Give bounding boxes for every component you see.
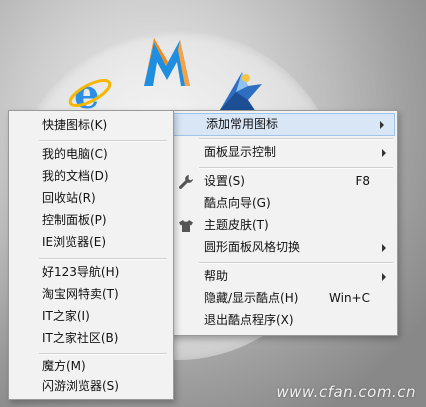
menu-item-label: 快捷图标(K) xyxy=(42,118,108,132)
m-logo-icon[interactable] xyxy=(140,36,194,92)
menu-separator xyxy=(199,167,393,169)
menu-item-label: 魔方(M) xyxy=(42,359,86,373)
menu-item-settings[interactable]: 设置(S) F8 xyxy=(170,171,396,192)
menu-separator xyxy=(39,353,167,355)
menu-item-label: 淘宝网特卖(T) xyxy=(42,287,119,301)
submenu-item-my-computer[interactable]: 我的电脑(C) xyxy=(10,144,172,165)
menu-item-help[interactable]: 帮助 xyxy=(170,266,396,287)
menu-separator xyxy=(39,140,167,142)
menu-item-label: 设置(S) xyxy=(204,174,245,188)
menu-item-label: 好123导航(H) xyxy=(42,265,120,279)
submenu-item-taobao-sale[interactable]: 淘宝网特卖(T) xyxy=(10,284,172,305)
submenu-item-recycle-bin[interactable]: 回收站(R) xyxy=(10,188,172,209)
menu-item-label: 酷点向导(G) xyxy=(204,196,271,210)
menu-item-toggle-visibility[interactable]: 隐藏/显示酷点(H) Win+C xyxy=(170,288,396,309)
submenu-item-shortcut-icon[interactable]: 快捷图标(K) xyxy=(10,115,172,136)
submenu-item-my-documents[interactable]: 我的文档(D) xyxy=(10,166,172,187)
menu-item-theme-skin[interactable]: 主题皮肤(T) xyxy=(170,215,396,236)
menu-item-label: 圆形面板风格切换 xyxy=(204,240,301,254)
submenu-item-mofang[interactable]: 魔方(M) xyxy=(10,356,172,377)
submenu-arrow-icon xyxy=(382,149,386,157)
submenu-item-ithome[interactable]: IT之家(I) xyxy=(10,306,172,327)
menu-item-label: IE浏览器(E) xyxy=(42,235,107,249)
tshirt-icon xyxy=(178,218,194,234)
add-common-icons-submenu: 快捷图标(K) 我的电脑(C) 我的文档(D) 回收站(R) 控制面板(P) I… xyxy=(8,110,174,400)
menu-separator xyxy=(39,258,167,260)
menu-item-exit[interactable]: 退出酷点程序(X) xyxy=(170,310,396,331)
menu-item-label: 控制面板(P) xyxy=(42,213,107,227)
menu-item-shortcut: F8 xyxy=(355,174,370,188)
menu-item-label: 隐藏/显示酷点(H) xyxy=(204,291,299,305)
menu-item-shortcut: Win+C xyxy=(329,291,370,305)
menu-item-add-common-icons[interactable]: 添加常用图标 xyxy=(171,113,395,136)
submenu-item-hao123[interactable]: 好123导航(H) xyxy=(10,262,172,283)
submenu-item-flash-browser[interactable]: 闪游浏览器(S) xyxy=(10,376,172,397)
menu-item-wizard[interactable]: 酷点向导(G) xyxy=(170,193,396,214)
menu-item-label: 回收站(R) xyxy=(42,191,96,205)
wrench-icon xyxy=(178,174,194,190)
submenu-arrow-icon xyxy=(380,121,384,129)
menu-separator xyxy=(199,262,393,264)
menu-item-panel-display-control[interactable]: 面板显示控制 xyxy=(170,142,396,163)
menu-item-label: 退出酷点程序(X) xyxy=(204,313,294,327)
context-menu: 添加常用图标 面板显示控制 设置(S) F8 酷点向导(G) 主题皮肤(T) 圆… xyxy=(168,110,398,336)
menu-item-label: 闪游浏览器(S) xyxy=(42,379,119,393)
menu-item-label: IT之家(I) xyxy=(42,309,90,323)
menu-separator xyxy=(199,138,393,140)
menu-item-label: 帮助 xyxy=(204,269,229,283)
submenu-item-ithome-community[interactable]: IT之家社区(B) xyxy=(10,328,172,349)
submenu-arrow-icon xyxy=(382,244,386,252)
watermark: www.cfan.com.cn xyxy=(276,383,416,401)
ie-browser-icon[interactable]: e xyxy=(66,68,114,118)
menu-item-round-panel-style[interactable]: 圆形面板风格切换 xyxy=(170,237,396,258)
submenu-item-ie-browser[interactable]: IE浏览器(E) xyxy=(10,232,172,253)
menu-item-label: 主题皮肤(T) xyxy=(204,218,269,232)
menu-item-label: 面板显示控制 xyxy=(204,145,277,159)
submenu-item-control-panel[interactable]: 控制面板(P) xyxy=(10,210,172,231)
menu-item-label: 我的电脑(C) xyxy=(42,147,108,161)
menu-item-label: IT之家社区(B) xyxy=(42,331,119,345)
menu-item-label: 添加常用图标 xyxy=(206,117,279,131)
submenu-arrow-icon xyxy=(382,273,386,281)
menu-item-label: 我的文档(D) xyxy=(42,169,109,183)
